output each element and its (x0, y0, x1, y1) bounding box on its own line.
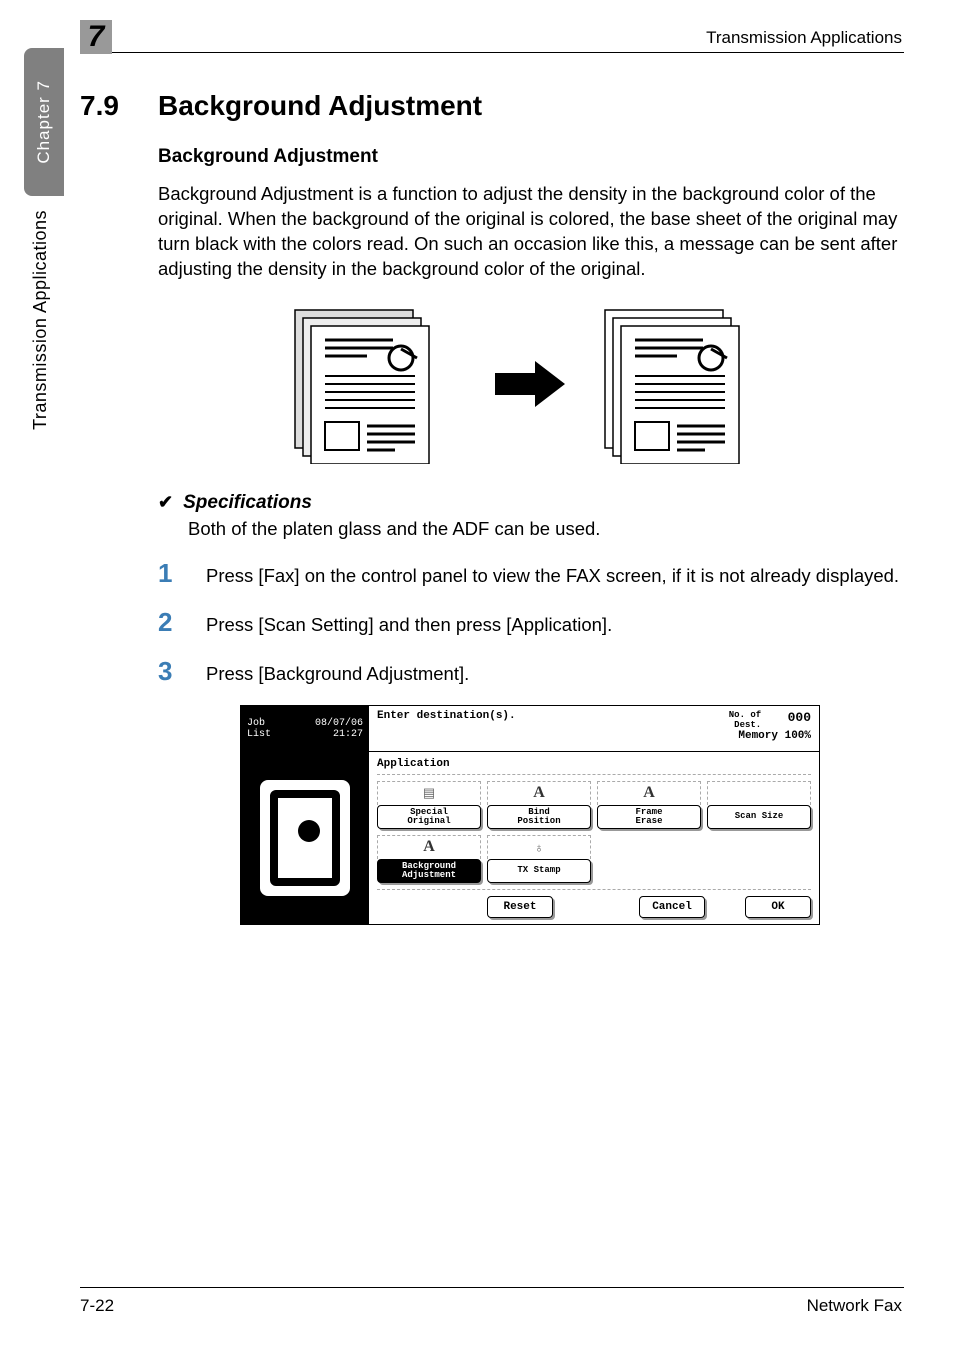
side-section-label: Transmission Applications (30, 210, 51, 430)
ok-button[interactable]: OK (745, 896, 811, 918)
illustration-row (158, 304, 902, 464)
step-number: 1 (158, 558, 206, 589)
fax-mode-indicator (241, 752, 369, 924)
button-label: Special Original (377, 805, 481, 829)
application-panel: Application ▤ Special Original A Bind Po… (369, 752, 819, 924)
dest-count-value: 000 (788, 710, 811, 725)
spec-body: Both of the platen glass and the ADF can… (188, 518, 902, 540)
header-right-text: Transmission Applications (706, 28, 902, 48)
spec-row: ✔ Specifications (158, 492, 902, 514)
button-label: Scan Size (707, 805, 811, 829)
fax-screen: Job List 08/07/06 21:27 Enter destinatio… (240, 705, 820, 925)
dest-count-label: No. of Dest. (729, 710, 761, 730)
application-grid: ▤ Special Original A Bind Position A Fra… (377, 781, 811, 883)
empty-slot (707, 835, 811, 883)
job-list-label: Job List (247, 718, 271, 740)
result-doc-icon (595, 304, 775, 464)
footer-rule (80, 1287, 904, 1288)
button-label: Background Adjustment (377, 859, 481, 883)
indented-block: Background Adjustment Background Adjustm… (158, 146, 902, 925)
step-number: 3 (158, 656, 206, 687)
letter-a-icon: A (377, 835, 481, 859)
tx-stamp-button[interactable]: ♁ TX Stamp (487, 835, 591, 883)
special-original-button[interactable]: ▤ Special Original (377, 781, 481, 829)
enter-dest-text: Enter destination(s). (377, 710, 516, 747)
step-2: 2 Press [Scan Setting] and then press [A… (158, 607, 902, 638)
arrow-icon (495, 361, 565, 407)
chapter-side-tab-label: Chapter 7 (34, 80, 54, 164)
section-title: Background Adjustment (158, 90, 482, 122)
letter-a-icon: A (487, 781, 591, 805)
footer-label: Network Fax (807, 1296, 902, 1316)
step-body: Press [Scan Setting] and then press [App… (206, 613, 902, 638)
header-date: 08/07/06 (315, 718, 363, 729)
reset-button[interactable]: Reset (487, 896, 553, 918)
main-content: 7.9 Background Adjustment Background Adj… (80, 90, 902, 925)
memory-value: 100% (785, 730, 811, 742)
step-body: Press [Fax] on the control panel to view… (206, 564, 902, 589)
phone-icon (260, 780, 350, 896)
button-label: TX Stamp (487, 859, 591, 883)
pages-icon: ▤ (377, 781, 481, 805)
letter-a-icon: A (597, 781, 701, 805)
bind-position-button[interactable]: A Bind Position (487, 781, 591, 829)
cancel-button[interactable]: Cancel (639, 896, 705, 918)
header-time: 21:27 (333, 729, 363, 740)
spec-title: Specifications (183, 492, 312, 514)
scan-size-button[interactable]: Scan Size (707, 781, 811, 829)
chapter-side-tab: Chapter 7 (24, 48, 64, 196)
checkmark-icon: ✔ (158, 492, 173, 513)
step-body: Press [Background Adjustment]. (206, 662, 902, 687)
job-list-cell[interactable]: Job List 08/07/06 21:27 (241, 706, 369, 752)
button-label: Frame Erase (597, 805, 701, 829)
sub-heading: Background Adjustment (158, 146, 902, 168)
stamp-icon: ♁ (487, 835, 591, 859)
empty-slot (597, 835, 701, 883)
paragraph-body: Background Adjustment is a function to a… (158, 182, 902, 282)
section-number: 7.9 (80, 90, 158, 122)
message-bar: Enter destination(s). No. of Dest. 000 M… (369, 706, 819, 752)
section-heading: 7.9 Background Adjustment (80, 90, 902, 122)
step-number: 2 (158, 607, 206, 638)
source-doc-icon (285, 304, 465, 464)
frame-erase-button[interactable]: A Frame Erase (597, 781, 701, 829)
screen-footer: Reset Cancel OK (377, 889, 811, 918)
step-1: 1 Press [Fax] on the control panel to vi… (158, 558, 902, 589)
blank-icon (707, 781, 811, 805)
page-number: 7-22 (80, 1296, 114, 1316)
fax-screen-body: Application ▤ Special Original A Bind Po… (241, 752, 819, 924)
memory-label: Memory (738, 730, 778, 742)
application-title: Application (377, 758, 811, 775)
chapter-number-box: 7 (80, 20, 112, 54)
button-label: Bind Position (487, 805, 591, 829)
header-rule (80, 52, 904, 53)
step-3: 3 Press [Background Adjustment]. (158, 656, 902, 687)
background-adjustment-button[interactable]: A Background Adjustment (377, 835, 481, 883)
fax-screen-header: Job List 08/07/06 21:27 Enter destinatio… (241, 706, 819, 752)
